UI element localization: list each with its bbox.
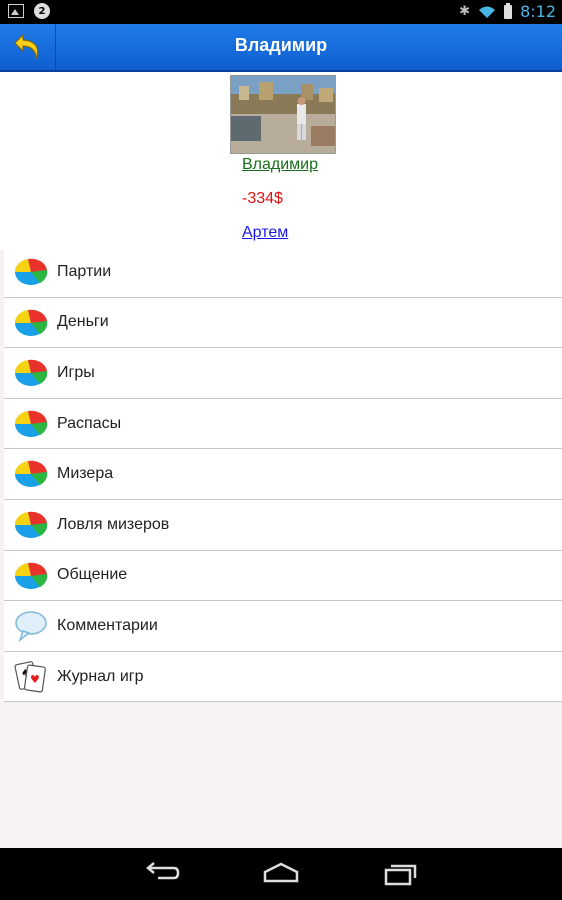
- pie-chart-icon: [14, 309, 48, 336]
- menu-item-raspasy[interactable]: Распасы: [4, 399, 562, 450]
- pie-chart-icon: [14, 359, 48, 387]
- bluetooth-icon: ✱: [459, 4, 471, 19]
- menu-item-label: Журнал игр: [57, 667, 144, 685]
- menu-item-label: Распасы: [57, 414, 122, 432]
- player-name-link[interactable]: Владимир: [242, 156, 318, 174]
- menu-item-mizera[interactable]: Мизера: [4, 449, 562, 500]
- menu-item-parties[interactable]: Партии: [4, 247, 562, 298]
- speech-bubble-icon: [15, 611, 47, 643]
- home-nav-icon[interactable]: [262, 860, 300, 886]
- recent-apps-icon[interactable]: [382, 860, 418, 886]
- pie-chart-icon: [14, 461, 48, 488]
- svg-text:♥: ♥: [30, 673, 40, 686]
- menu-item-label: Мизера: [57, 465, 114, 483]
- pie-chart-icon: [14, 258, 48, 285]
- menu-item-mizer-catching[interactable]: Ловля мизеров: [4, 500, 562, 551]
- image-icon: [8, 4, 24, 18]
- main-content: Владимир -334$ Артем Партии Деньги Игры …: [0, 72, 562, 848]
- balance-value: -334$: [242, 190, 283, 207]
- battery-icon: [504, 2, 513, 19]
- menu-item-label: Игры: [57, 363, 95, 381]
- menu-list: Партии Деньги Игры Распасы Мизера Ловля …: [4, 247, 562, 703]
- menu-item-comments[interactable]: Комментарии: [4, 601, 562, 652]
- menu-item-label: Ловля мизеров: [57, 515, 170, 533]
- friend-link[interactable]: Артем: [242, 224, 288, 242]
- pie-chart-icon: [14, 410, 48, 437]
- profile-section: Владимир -334$ Артем: [0, 72, 562, 250]
- navigation-bar: [0, 848, 562, 900]
- menu-item-games[interactable]: Игры: [4, 348, 562, 399]
- pie-chart-icon: [14, 511, 48, 538]
- action-bar: Владимир: [0, 24, 562, 72]
- menu-item-label: Комментарии: [57, 616, 158, 634]
- back-nav-icon[interactable]: [144, 860, 180, 886]
- menu-item-communication[interactable]: Общение: [4, 551, 562, 602]
- profile-photo[interactable]: [230, 75, 336, 154]
- wifi-icon: [479, 6, 496, 18]
- pie-chart-icon: [14, 562, 48, 589]
- menu-item-game-log[interactable]: ♠ ♥ Журнал игр: [4, 652, 562, 703]
- notification-count-badge: 2: [34, 3, 50, 19]
- page-title: Владимир: [234, 35, 328, 55]
- status-bar: 2 ✱ 8:12: [0, 0, 562, 24]
- menu-item-label: Общение: [57, 566, 128, 584]
- status-clock: 8:12: [520, 2, 556, 21]
- menu-item-label: Партии: [57, 262, 112, 280]
- menu-item-label: Деньги: [57, 313, 109, 331]
- menu-item-money[interactable]: Деньги: [4, 298, 562, 349]
- playing-cards-icon: ♠ ♥: [14, 660, 46, 693]
